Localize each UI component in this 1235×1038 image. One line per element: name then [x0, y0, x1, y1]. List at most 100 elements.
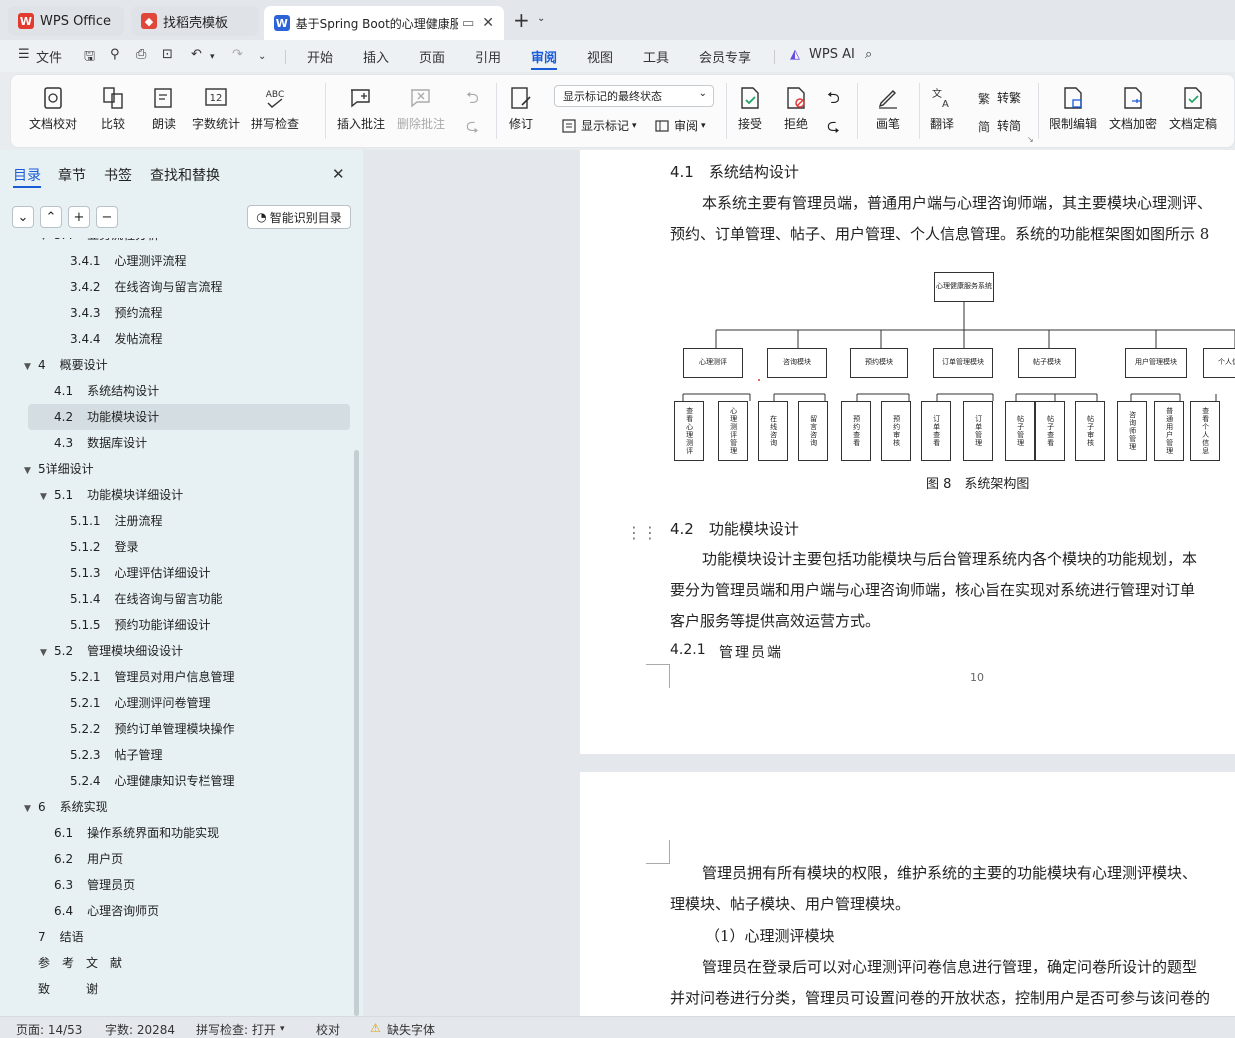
close-tab-icon[interactable]: ✕ — [482, 15, 494, 31]
paragraph[interactable]: 管理员拥有所有模块的权限，维护系统的主要的功能模块有心理测评模块、 — [702, 862, 1197, 883]
toc-item[interactable]: 参 考 文 献 — [0, 950, 350, 976]
page-indicator[interactable]: 页面: 14/53 — [16, 1021, 82, 1038]
menu-wps-ai[interactable]: WPS AI — [809, 47, 855, 62]
toc-item[interactable]: 6.2 用户页 — [0, 846, 350, 872]
expand-triangle-icon[interactable]: ▼ — [40, 640, 54, 666]
read-aloud-button[interactable]: 朗读 — [151, 85, 177, 132]
wps-ai-icon[interactable]: ◭ — [790, 47, 800, 62]
toc-item[interactable]: 4.2 功能模块设计 — [28, 404, 350, 430]
nav-tab-find-replace[interactable]: 查找和替换 — [150, 165, 220, 185]
add-heading-icon[interactable]: + — [68, 206, 90, 228]
prev-comment-icon[interactable]: ⮌ — [466, 87, 479, 114]
next-revision-icon[interactable]: ⮎ — [827, 115, 840, 142]
toc-item[interactable]: 6.4 心理咨询师页 — [0, 898, 350, 924]
nav-tab-chapter[interactable]: 章节 — [58, 165, 86, 185]
paragraph[interactable]: 要分为管理员端和用户端与心理咨询师端，核心旨在实现对系统进行管理对订单 — [670, 579, 1195, 600]
tab-document[interactable]: W 基于Spring Boot的心理健康服 ▭ ✕ — [264, 6, 504, 40]
monitor-icon[interactable]: ▭ — [462, 16, 474, 31]
pen-button[interactable]: 画笔 — [875, 85, 901, 132]
print-preview-icon[interactable]: ⊡ — [162, 47, 173, 62]
toc-item[interactable]: ▼3.4业务流程分析 — [0, 238, 350, 248]
new-tab-icon[interactable]: + — [513, 8, 530, 32]
toc-item[interactable]: 5.1.5 预约功能详细设计 — [0, 612, 350, 638]
proof-button[interactable]: 校对 — [316, 1021, 340, 1038]
scrollbar[interactable] — [354, 450, 359, 1016]
next-comment-icon[interactable]: ⮎ — [466, 115, 479, 142]
restrict-edit-button[interactable]: 限制编辑 — [1049, 85, 1097, 132]
toc-item[interactable]: 6.1 操作系统界面和功能实现 — [0, 820, 350, 846]
toc-item[interactable]: 5.2.1 管理员对用户信息管理 — [0, 664, 350, 690]
encrypt-button[interactable]: 文档加密 — [1109, 85, 1157, 132]
paragraph[interactable]: 预约、订单管理、帖子、用户管理、个人信息管理。系统的功能框架图如图所示 8 — [670, 223, 1209, 244]
toc-item[interactable]: 5.2.2 预约订单管理模块操作 — [0, 716, 350, 742]
paragraph[interactable]: （1）心理测评模块 — [705, 925, 835, 946]
toc-item[interactable]: 3.4.2 在线咨询与留言流程 — [0, 274, 350, 300]
undo-icon[interactable]: ↶ — [191, 47, 202, 62]
save-icon[interactable]: 🖫 — [84, 47, 95, 69]
missing-font-button[interactable]: 缺失字体 — [387, 1021, 435, 1038]
heading-4-1[interactable]: 4.1 系统结构设计 — [670, 161, 799, 182]
menu-view[interactable]: 视图 — [587, 47, 613, 66]
expand-triangle-icon[interactable]: ▼ — [24, 354, 38, 380]
review-pane-button[interactable]: 审阅 ▾ — [654, 117, 706, 134]
toc-item[interactable]: ▼ 6 系统实现 — [0, 794, 350, 820]
spell-check-button[interactable]: ABC 拼写检查 — [251, 85, 299, 132]
menu-start[interactable]: 开始 — [307, 47, 333, 66]
collapse-all-icon[interactable]: ⌄ — [12, 206, 34, 228]
search-icon[interactable]: ⌕ — [865, 47, 872, 62]
toc-item[interactable]: ▼ 5.2 管理模块细设设计 — [0, 638, 350, 664]
expand-icon[interactable]: ↘ — [1027, 135, 1034, 144]
translate-button[interactable]: 文A 翻译 — [929, 85, 955, 132]
undo-dropdown-icon[interactable]: ▾ — [210, 52, 215, 62]
toc-item[interactable]: 5.2.3 帖子管理 — [0, 742, 350, 768]
toc-item[interactable]: 5.2.4 心理健康知识专栏管理 — [0, 768, 350, 794]
print-icon[interactable]: ⎙ — [136, 47, 146, 62]
heading-4-2-1-number[interactable]: 4.2.1 — [670, 642, 706, 658]
menu-vip[interactable]: 会员专享 — [699, 47, 751, 66]
expand-triangle-icon[interactable]: ▼ — [24, 796, 38, 822]
tab-docer-template[interactable]: ◆ 找稻壳模板 — [131, 6, 259, 36]
reject-button[interactable]: 拒绝 — [783, 85, 809, 132]
toc-item[interactable]: 5.1.3 心理评估详细设计 — [0, 560, 350, 586]
toc-item[interactable]: 4.3 数据库设计 — [0, 430, 350, 456]
menu-review[interactable]: 审阅 — [531, 47, 557, 66]
spell-check-status[interactable]: 拼写检查: 打开 — [196, 1021, 276, 1038]
word-count-button[interactable]: 12 字数统计 — [192, 85, 240, 132]
toc-item[interactable]: 4.1 系统结构设计 — [0, 378, 350, 404]
expand-triangle-icon[interactable]: ▼ — [40, 484, 54, 510]
show-markup-button[interactable]: 显示标记 ▾ — [561, 117, 637, 134]
menu-tools[interactable]: 工具 — [643, 47, 669, 66]
tab-wps-office[interactable]: W WPS Office — [8, 6, 124, 36]
toc-item[interactable]: 5.1.4 在线咨询与留言功能 — [0, 586, 350, 612]
toc-item[interactable]: ▼ 5.1 功能模块详细设计 — [0, 482, 350, 508]
system-architecture-figure[interactable]: 心理健康服务系统 心理测评咨询模块预约模块订单管理模块帖子模块 用户管理模块个人信… — [674, 268, 1235, 468]
more-icon[interactable]: ⌄ — [258, 51, 266, 62]
link-icon[interactable]: ⚲ — [110, 47, 120, 62]
smart-toc-button[interactable]: ◔ 智能识别目录 — [247, 205, 351, 229]
toc-item[interactable]: 5.1.1 注册流程 — [0, 508, 350, 534]
prev-revision-icon[interactable]: ⮌ — [827, 87, 840, 114]
expand-up-icon[interactable]: ⌃ — [40, 206, 62, 228]
paragraph[interactable]: 并对问卷进行分类，管理员可设置问卷的开放状态，控制用户是否可参与该问卷的 — [670, 987, 1210, 1008]
menu-insert[interactable]: 插入 — [363, 47, 389, 66]
word-count-indicator[interactable]: 字数: 20284 — [105, 1021, 175, 1038]
toc-item[interactable]: 3.4.4 发帖流程 — [0, 326, 350, 352]
revise-button[interactable]: 修订 — [508, 85, 534, 132]
heading-4-2-1-text[interactable]: 管理员端 — [719, 642, 783, 662]
menu-page[interactable]: 页面 — [419, 47, 445, 66]
remove-heading-icon[interactable]: − — [96, 206, 118, 228]
insert-comment-button[interactable]: 插入批注 — [337, 85, 385, 132]
toc-item[interactable]: 5.2.1 心理测评问卷管理 — [0, 690, 350, 716]
expand-triangle-icon[interactable]: ▼ — [24, 458, 38, 484]
paragraph[interactable]: 管理员在登录后可以对心理测评问卷信息进行管理，确定问卷所设计的题型 — [702, 956, 1197, 977]
menu-reference[interactable]: 引用 — [475, 47, 501, 66]
doc-check-button[interactable]: 文档校对 — [29, 85, 77, 132]
redo-icon[interactable]: ↷ — [232, 47, 243, 62]
toc-item[interactable]: ▼ 4 概要设计 — [0, 352, 350, 378]
paragraph[interactable]: 本系统主要有管理员端，普通用户端与心理咨询师端，其主要模块心理测评、 — [702, 192, 1212, 213]
compare-button[interactable]: 比较 — [100, 85, 126, 132]
drag-handle-icon[interactable]: ⋮⋮ — [626, 523, 658, 542]
toc-item[interactable]: 3.4.3 预约流程 — [0, 300, 350, 326]
delete-comment-button[interactable]: 删除批注 — [397, 85, 445, 132]
to-traditional-button[interactable]: 繁 转繁 — [977, 89, 1021, 106]
